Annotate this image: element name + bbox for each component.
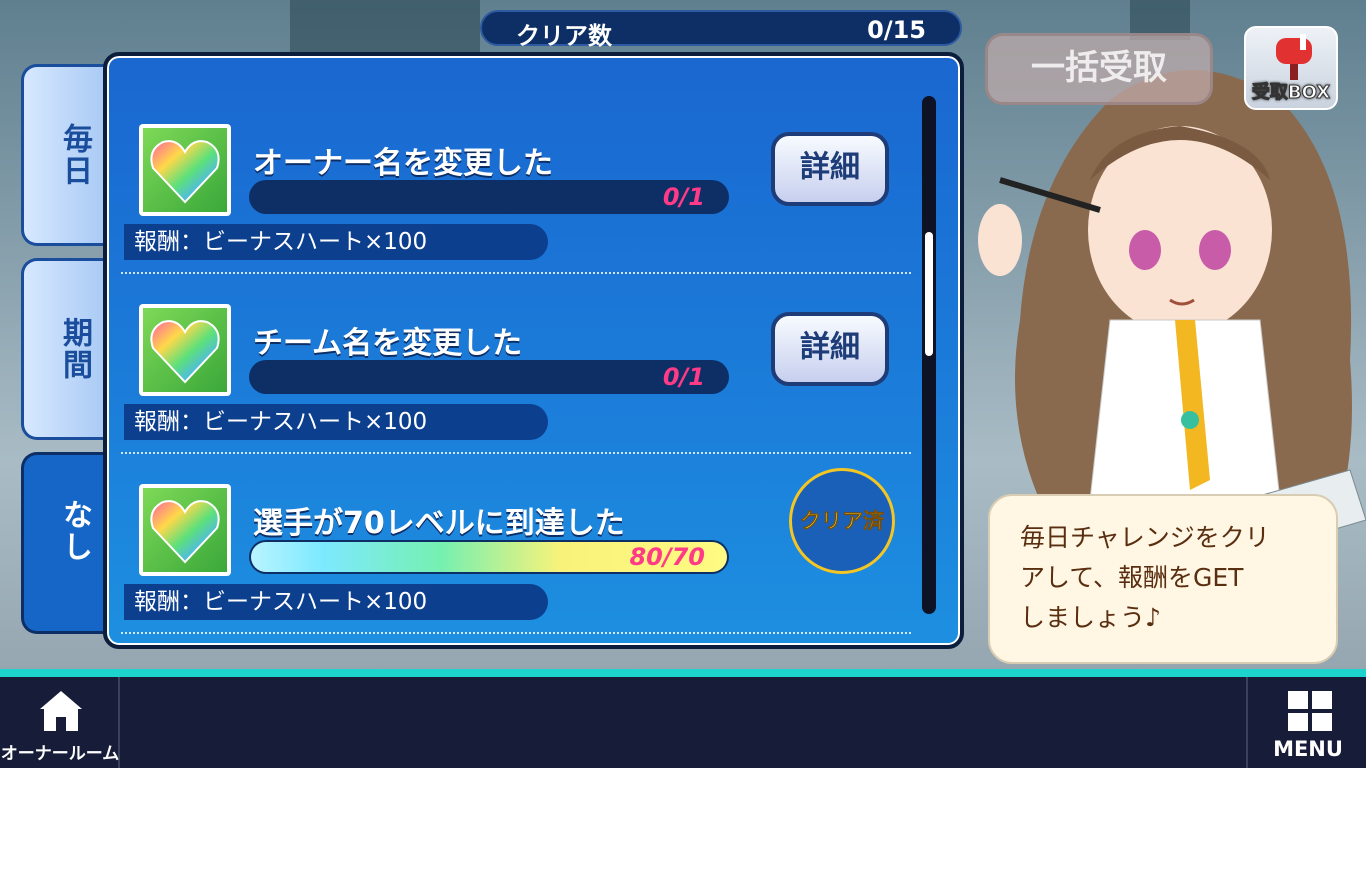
venus-heart-icon: [139, 124, 231, 216]
detail-button[interactable]: 詳細: [771, 132, 889, 206]
home-icon: [40, 691, 82, 731]
speech-line: しましょう♪: [1020, 603, 1161, 632]
game-screen: クリア数 0/15 一括受取 受取BOX 毎日 期間 なし オーナー名を変更した…: [0, 0, 1366, 768]
menu-label: MENU: [1273, 737, 1343, 761]
owner-room-button[interactable]: オーナールーム: [0, 677, 120, 768]
mission-item: チーム名を変更した 0/1 報酬：ビーナスハート×100 詳細: [121, 294, 911, 472]
grid-icon: [1288, 691, 1332, 731]
divider: [121, 272, 911, 274]
mission-progress-bar: 0/1: [249, 360, 729, 394]
receive-box-label: 受取BOX: [1251, 82, 1331, 104]
venus-heart-icon: [139, 484, 231, 576]
detail-button[interactable]: 詳細: [771, 312, 889, 386]
speech-bubble: 毎日チャレンジをクリ アして、報酬をGET しましょう♪: [988, 494, 1338, 664]
clear-count-header: クリア数 0/15: [480, 10, 962, 50]
venus-heart-icon: [139, 304, 231, 396]
tab-period-label: 期間: [57, 317, 92, 381]
receive-all-button[interactable]: 一括受取: [985, 33, 1213, 105]
mission-item: オーナー名を変更した 0/1 報酬：ビーナスハート×100 詳細: [121, 114, 911, 292]
clear-count-label: クリア数: [516, 22, 612, 50]
mission-panel: オーナー名を変更した 0/1 報酬：ビーナスハート×100 詳細 チーム名を変更…: [103, 52, 964, 649]
mission-item: 選手が70レベルに到達した 80/70 報酬：ビーナスハート×100 クリア済: [121, 468, 911, 645]
background-window: [290, 0, 480, 52]
mission-reward: 報酬：ビーナスハート×100: [124, 584, 548, 620]
divider: [121, 632, 911, 634]
mission-progress-text: 0/1: [662, 363, 705, 391]
mission-title: 選手が70レベルに到達した: [253, 506, 625, 541]
mission-progress-bar: 0/1: [249, 180, 729, 214]
mission-reward: 報酬：ビーナスハート×100: [124, 404, 548, 440]
speech-line: 毎日チャレンジをクリ: [1020, 523, 1270, 552]
bottom-nav: オーナールーム MENU: [0, 669, 1366, 768]
mission-progress-bar: 80/70: [249, 540, 729, 574]
receive-box-button[interactable]: 受取BOX: [1244, 26, 1338, 110]
owner-room-label: オーナールーム: [0, 744, 120, 764]
tab-period[interactable]: 期間: [21, 258, 111, 440]
mission-title: オーナー名を変更した: [253, 146, 553, 181]
mailbox-icon: [1276, 34, 1312, 80]
speech-line: アして、報酬をGET: [1020, 563, 1244, 592]
tab-daily-label: 毎日: [57, 123, 92, 187]
tab-daily[interactable]: 毎日: [21, 64, 111, 246]
mission-title: チーム名を変更した: [253, 326, 523, 361]
divider: [121, 452, 911, 454]
mission-reward: 報酬：ビーナスハート×100: [124, 224, 548, 260]
mission-progress-text: 80/70: [629, 543, 705, 571]
mission-progress-text: 0/1: [662, 183, 705, 211]
cleared-badge: クリア済: [789, 468, 895, 574]
clear-count-value: 0/15: [867, 16, 926, 44]
scrollbar-thumb[interactable]: [925, 232, 933, 356]
menu-button[interactable]: MENU: [1246, 677, 1366, 768]
